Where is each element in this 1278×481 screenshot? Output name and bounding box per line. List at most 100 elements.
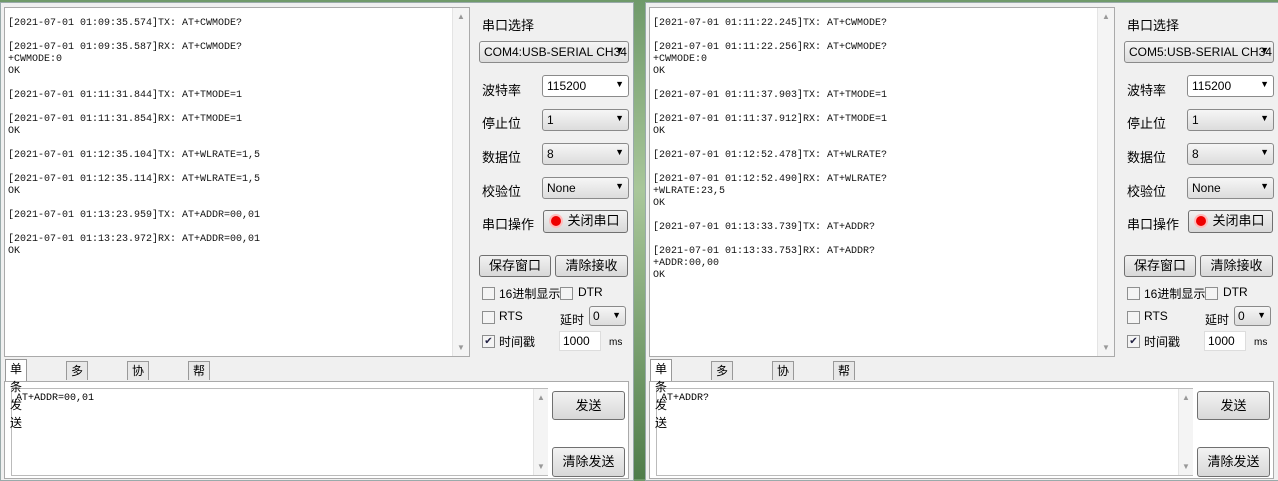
scroll-up-icon[interactable]: ▲ <box>534 393 548 402</box>
chevron-down-icon: ▼ <box>1260 147 1269 157</box>
dtr-checkbox[interactable] <box>1205 287 1218 300</box>
log-line: [2021-07-01 01:12:52.490]RX: AT+WLRATE? <box>653 174 888 185</box>
parity-select[interactable]: None ▼ <box>542 177 629 199</box>
delay-select[interactable]: 0 ▼ <box>589 306 626 326</box>
port-select[interactable]: COM5:USB-SERIAL CH34 ▼ <box>1124 41 1274 63</box>
receive-scrollbar[interactable]: ▲ ▼ <box>452 8 469 356</box>
close-port-label: 关闭串口 <box>1212 213 1265 228</box>
scroll-down-icon[interactable]: ▼ <box>1179 462 1193 471</box>
log-line: [2021-07-01 01:13:33.753]RX: AT+ADDR? <box>653 246 876 257</box>
send-area: AT+ADDR=00,01 ▲ ▼ 发送 清除发送 <box>4 381 629 479</box>
chevron-down-icon: ▼ <box>612 310 621 320</box>
interval-input[interactable]: 1000 <box>559 331 601 351</box>
scroll-up-icon[interactable]: ▲ <box>453 12 469 21</box>
port-select-label: 串口选择 <box>482 18 535 33</box>
scroll-up-icon[interactable]: ▲ <box>1179 393 1193 402</box>
save-window-button[interactable]: 保存窗口 <box>479 255 551 277</box>
scroll-down-icon[interactable]: ▼ <box>1098 343 1114 352</box>
log-line: OK <box>8 66 21 77</box>
send-scrollbar[interactable]: ▲ ▼ <box>1178 389 1193 475</box>
log-line: OK <box>653 66 666 77</box>
receive-area[interactable]: [2021-07-01 01:09:35.574]TX: AT+CWMODE? [… <box>4 7 470 357</box>
chevron-down-icon: ▼ <box>1257 310 1266 320</box>
tab-single-send[interactable]: 单条发送 <box>650 359 673 430</box>
port-select[interactable]: COM4:USB-SERIAL CH34 ▼ <box>479 41 629 63</box>
red-led-icon <box>1196 216 1207 226</box>
hex-display-checkbox[interactable] <box>482 287 495 300</box>
log-line: +CWMODE:0 <box>8 54 63 65</box>
stop-select[interactable]: 1 ▼ <box>542 109 629 131</box>
clear-receive-button[interactable]: 清除接收 <box>555 255 628 277</box>
send-button[interactable]: 发送 <box>1197 391 1270 420</box>
clear-receive-button[interactable]: 清除接收 <box>1200 255 1273 277</box>
scroll-up-icon[interactable]: ▲ <box>1098 12 1114 21</box>
close-port-label: 关闭串口 <box>567 213 620 228</box>
close-port-button[interactable]: 关闭串口 <box>543 210 628 233</box>
baud-label: 波特率 <box>1127 83 1167 98</box>
delay-select[interactable]: 0 ▼ <box>1234 306 1271 326</box>
scroll-down-icon[interactable]: ▼ <box>453 343 469 352</box>
chevron-down-icon: ▼ <box>1260 113 1269 123</box>
port-value: COM5:USB-SERIAL CH34 <box>1129 45 1272 59</box>
rts-checkbox[interactable] <box>482 311 495 324</box>
save-window-button[interactable]: 保存窗口 <box>1124 255 1196 277</box>
data-bits-label: 数据位 <box>482 150 522 165</box>
close-port-button[interactable]: 关闭串口 <box>1188 210 1273 233</box>
clear-send-button[interactable]: 清除发送 <box>552 447 625 477</box>
log-line: [2021-07-01 01:11:31.844]TX: AT+TMODE=1 <box>8 90 243 101</box>
log-line: +WLRATE:23,5 <box>653 186 726 197</box>
serial-assistant-right: [2021-07-01 01:11:22.245]TX: AT+CWMODE? [… <box>645 2 1278 481</box>
receive-area[interactable]: [2021-07-01 01:11:22.245]TX: AT+CWMODE? [… <box>649 7 1115 357</box>
send-input[interactable]: AT+ADDR? <box>656 388 1193 476</box>
log-line: +ADDR:00,00 <box>653 258 720 269</box>
log-line: OK <box>8 246 21 257</box>
tab-help[interactable]: 帮助 <box>833 361 856 396</box>
tab-help[interactable]: 帮助 <box>188 361 211 396</box>
log-line: [2021-07-01 01:11:37.912]RX: AT+TMODE=1 <box>653 114 888 125</box>
receive-scrollbar[interactable]: ▲ ▼ <box>1097 8 1114 356</box>
scroll-down-icon[interactable]: ▼ <box>534 462 548 471</box>
clear-send-button[interactable]: 清除发送 <box>1197 447 1270 477</box>
send-input[interactable]: AT+ADDR=00,01 <box>11 388 548 476</box>
baud-select[interactable]: 115200 ▼ <box>1187 75 1274 97</box>
tab-single-send[interactable]: 单条发送 <box>5 359 28 430</box>
dtr-checkbox[interactable] <box>560 287 573 300</box>
data-bits-select[interactable]: 8 ▼ <box>1187 143 1274 165</box>
ms-label: ms <box>609 337 623 348</box>
chevron-down-icon: ▼ <box>615 181 624 191</box>
timestamp-checkbox[interactable]: ✔ <box>482 335 495 348</box>
stop-select[interactable]: 1 ▼ <box>1187 109 1274 131</box>
tab-multi-send[interactable]: 多条发送 <box>66 361 89 432</box>
stop-value: 1 <box>547 113 554 127</box>
hex-display-label: 16进制显示 <box>1144 287 1206 301</box>
delay-value: 0 <box>1238 309 1245 323</box>
chevron-down-icon: ▼ <box>1260 45 1269 55</box>
log-line: [2021-07-01 01:12:52.478]TX: AT+WLRATE? <box>653 150 888 161</box>
timestamp-label: 时间戳 <box>1144 335 1181 349</box>
tab-multi-send[interactable]: 多条发送 <box>711 361 734 432</box>
hex-display-checkbox[interactable] <box>1127 287 1140 300</box>
baud-select[interactable]: 115200 ▼ <box>542 75 629 97</box>
data-bits-select[interactable]: 8 ▼ <box>542 143 629 165</box>
log-line: OK <box>8 186 21 197</box>
tab-protocol[interactable]: 协议传输 <box>772 361 795 432</box>
port-op-label: 串口操作 <box>482 217 535 232</box>
timestamp-checkbox[interactable]: ✔ <box>1127 335 1140 348</box>
log-line: [2021-07-01 01:11:37.903]TX: AT+TMODE=1 <box>653 90 888 101</box>
tab-protocol[interactable]: 协议传输 <box>127 361 150 432</box>
send-scrollbar[interactable]: ▲ ▼ <box>533 389 548 475</box>
interval-input[interactable]: 1000 <box>1204 331 1246 351</box>
stop-label: 停止位 <box>482 116 522 131</box>
rts-checkbox[interactable] <box>1127 311 1140 324</box>
parity-label: 校验位 <box>1127 184 1167 199</box>
parity-select[interactable]: None ▼ <box>1187 177 1274 199</box>
send-button[interactable]: 发送 <box>552 391 625 420</box>
